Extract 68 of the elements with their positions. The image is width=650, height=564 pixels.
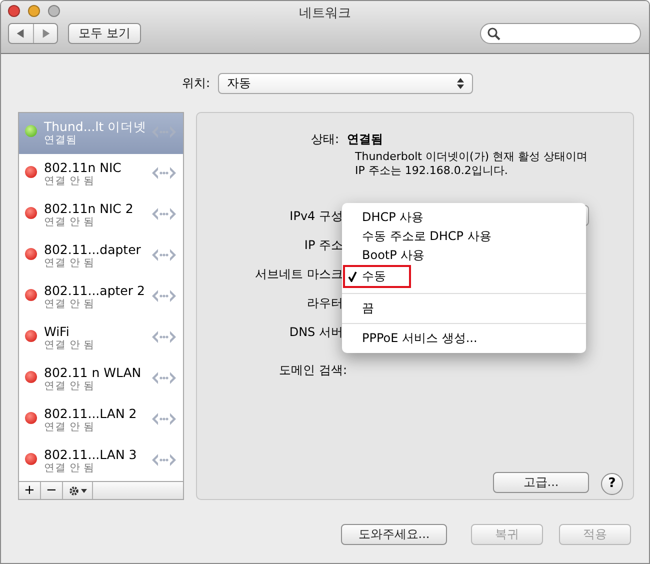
service-name: 802.11 n WLAN: [44, 365, 142, 380]
zoom-icon[interactable]: [48, 5, 60, 17]
service-name: 802.11...LAN 2: [44, 406, 138, 421]
status-description: Thunderbolt 이더넷이(가) 현재 활성 상태이며 IP 주소는 192.168.0.2입니다.: [355, 150, 589, 178]
service-status: 연결 안 됨: [44, 257, 96, 270]
field-label: DNS 서버: [288, 324, 343, 340]
service-name: Thund...lt 이더넷: [44, 119, 147, 134]
menu-item[interactable]: 끔: [342, 299, 586, 318]
service-name: WiFi: [44, 324, 70, 339]
ethernet-arrows-icon: [151, 369, 177, 387]
gear-icon: [68, 485, 88, 497]
close-icon[interactable]: [8, 5, 20, 17]
service-status: 연결 안 됨: [44, 380, 96, 393]
ethernet-arrows-icon: [151, 287, 177, 305]
menu-item[interactable]: 수동 주소로 DHCP 사용: [342, 227, 586, 246]
service-status: 연결 안 됨: [44, 298, 96, 311]
field-label: IPv4 구성: [288, 208, 343, 224]
ethernet-arrows-icon: [151, 164, 177, 182]
service-status: 연결됨: [44, 134, 78, 147]
service-item[interactable]: 802.11...apter 2 연결 안 됨: [19, 277, 183, 318]
ethernet-arrows-icon: [151, 205, 177, 223]
service-name: 802.11...apter 2: [44, 283, 146, 298]
field-label: 도메인 검색:: [278, 362, 348, 379]
status-value: 연결됨: [347, 131, 383, 148]
show-all-button[interactable]: 모두 보기: [68, 23, 141, 44]
menu-item[interactable]: DHCP 사용: [342, 208, 586, 227]
window-title: 네트워크: [299, 5, 351, 23]
location-dropdown[interactable]: 자동: [218, 72, 474, 94]
menu-item[interactable]: PPPoE 서비스 생성...: [342, 329, 586, 348]
help-button[interactable]: ?: [601, 473, 623, 495]
service-item[interactable]: 802.11...LAN 3 연결 안 됨: [19, 441, 183, 482]
field-label: 라우터: [306, 294, 343, 312]
footer-button: 적용: [559, 524, 631, 545]
service-status: 연결 안 됨: [44, 421, 96, 434]
search-icon: [487, 27, 501, 41]
updown-arrows-icon: [457, 78, 464, 88]
advanced-button[interactable]: 고급...: [493, 472, 589, 493]
location-label: 위치:: [182, 75, 210, 92]
service-name: 802.11n NIC 2: [44, 201, 134, 216]
minimize-icon[interactable]: [28, 5, 40, 17]
back-forward-control[interactable]: [8, 23, 58, 44]
ethernet-arrows-icon: [151, 410, 177, 428]
footer-button[interactable]: 도와주세요...: [341, 524, 447, 545]
service-status: 연결 안 됨: [44, 462, 96, 475]
service-item[interactable]: 802.11...dapter 연결 안 됨: [19, 236, 183, 277]
service-name: 802.11...LAN 3: [44, 447, 138, 462]
service-status: 연결 안 됨: [44, 339, 96, 352]
menu-item[interactable]: 수동: [343, 265, 411, 288]
ethernet-arrows-icon: [151, 328, 177, 346]
search-field[interactable]: [480, 23, 641, 44]
field-label: IP 주소: [303, 236, 343, 254]
service-item[interactable]: 802.11 n WLAN 연결 안 됨: [19, 359, 183, 400]
ethernet-arrows-icon: [151, 451, 177, 469]
service-status: 연결 안 됨: [44, 216, 96, 229]
field-label: 서브네트 마스크: [254, 266, 343, 282]
service-status: 연결 안 됨: [44, 175, 96, 188]
menu-item[interactable]: BootP 사용: [342, 246, 586, 265]
service-name: 802.11n NIC: [44, 160, 122, 175]
add-button[interactable]: +: [19, 482, 41, 499]
service-item[interactable]: 802.11n NIC 연결 안 됨: [19, 154, 183, 195]
footer-button: 복귀: [471, 524, 543, 545]
service-item[interactable]: 802.11n NIC 2 연결 안 됨: [19, 195, 183, 236]
status-label: 상태:: [310, 131, 340, 148]
ethernet-arrows-icon: [151, 246, 177, 264]
remove-button[interactable]: −: [41, 482, 63, 499]
service-item[interactable]: WiFi 연결 안 됨: [19, 318, 183, 359]
service-name: 802.11...dapter: [44, 242, 142, 257]
service-item[interactable]: 802.11...LAN 2 연결 안 됨: [19, 400, 183, 441]
